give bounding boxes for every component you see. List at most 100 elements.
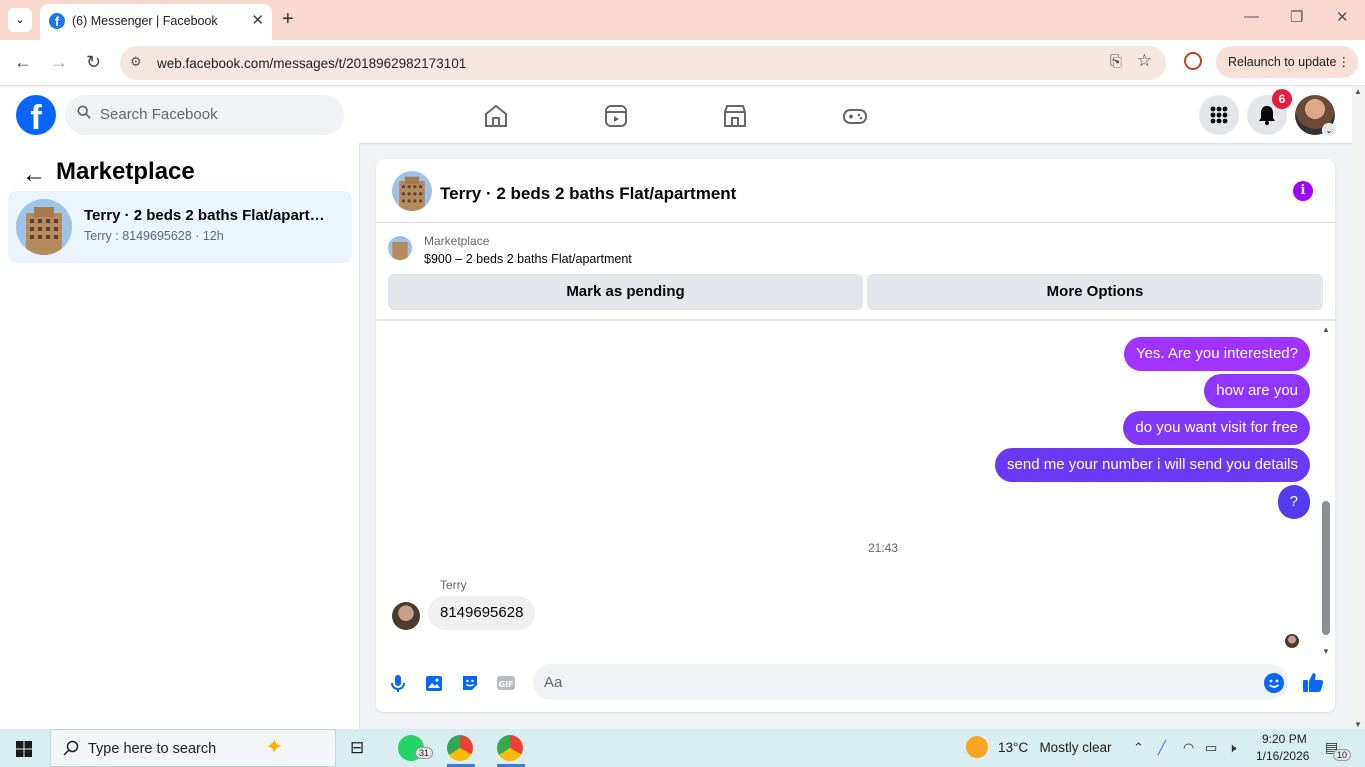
weather-temp: 13°C <box>998 740 1029 755</box>
taskbar-search-placeholder: Type here to search <box>88 741 217 757</box>
scrollbar-thumb[interactable] <box>1322 501 1330 635</box>
sticker-icon[interactable] <box>460 673 480 693</box>
browser-toolbar: ← → ↻ ⚙ web.facebook.com/messages/t/2018… <box>0 40 1365 86</box>
tab-search-chevron-icon[interactable]: ⌄ <box>8 8 32 32</box>
close-tab-icon[interactable]: ✕ <box>251 11 264 29</box>
chat-panel: Terry · 2 beds 2 baths Flat/apartment i … <box>376 159 1335 712</box>
page-scroll-up-icon[interactable]: ▲ <box>1354 87 1362 96</box>
marketplace-listing-thumbnail[interactable] <box>388 236 412 260</box>
show-hidden-icons-icon[interactable]: ⌃ <box>1133 740 1144 756</box>
sender-avatar[interactable] <box>392 602 420 630</box>
weather-moon-icon[interactable] <box>966 736 988 758</box>
new-tab-icon[interactable]: + <box>282 8 294 31</box>
sent-message[interactable]: how are you <box>1204 374 1310 408</box>
mark-as-pending-button[interactable]: Mark as pending <box>388 274 863 310</box>
notification-center-badge: 10 <box>1333 749 1352 761</box>
profile-icon[interactable] <box>1184 52 1202 70</box>
minimize-window-icon[interactable]: — <box>1244 8 1259 25</box>
facebook-logo-icon[interactable]: f <box>16 95 56 135</box>
chrome-profile-icon[interactable] <box>497 735 523 761</box>
listing-price-title[interactable]: $900 – 2 beds 2 baths Flat/apartment <box>424 252 632 266</box>
relaunch-label: Relaunch to update <box>1228 55 1337 69</box>
forward-icon[interactable]: → <box>50 52 68 73</box>
back-arrow-icon[interactable]: ← <box>22 161 46 189</box>
sender-name: Terry <box>440 578 467 592</box>
close-window-icon[interactable]: ✕ <box>1336 8 1349 26</box>
home-icon[interactable] <box>483 103 509 129</box>
battery-icon[interactable]: ▭ <box>1205 740 1217 756</box>
microphone-icon[interactable] <box>388 673 408 693</box>
info-icon[interactable]: i <box>1293 181 1313 201</box>
conversation-name: Terry · 2 beds 2 baths Flat/apartment <box>84 207 334 224</box>
facebook-search-input[interactable]: Search Facebook <box>65 95 344 135</box>
sent-message[interactable]: send me your number i will send you deta… <box>995 448 1310 482</box>
message-timestamp: 21:43 <box>868 541 899 555</box>
clock-time[interactable]: 9:20 PM <box>1262 732 1307 746</box>
pen-icon[interactable]: ╱ <box>1158 740 1166 756</box>
relaunch-to-update-button[interactable]: Relaunch to update ⋮ <box>1216 46 1358 78</box>
copilot-sparkle-icon[interactable]: ✦ <box>265 734 283 760</box>
reload-icon[interactable]: ↻ <box>86 52 101 73</box>
marketplace-inbox-panel: ← Marketplace Terry · 2 beds 2 baths Fla… <box>0 143 360 729</box>
thumbs-up-icon[interactable] <box>1302 671 1324 693</box>
video-icon[interactable] <box>603 103 629 129</box>
chat-listing-thumbnail[interactable] <box>392 171 432 211</box>
svg-text:GIF: GIF <box>498 680 513 689</box>
divider <box>376 319 1335 321</box>
emoji-icon[interactable] <box>1264 673 1284 693</box>
restore-window-icon[interactable]: ❐ <box>1290 8 1303 26</box>
marketplace-icon[interactable] <box>722 103 748 129</box>
tab-title: (6) Messenger | Facebook <box>72 14 218 28</box>
install-app-icon[interactable]: ⎘ <box>1110 53 1122 70</box>
gif-icon[interactable]: GIF <box>496 673 516 693</box>
windows-taskbar: Type here to search ✦ ⊟ 31 13°C Mostly c… <box>0 729 1365 767</box>
more-options-button[interactable]: More Options <box>867 274 1323 310</box>
gaming-icon[interactable] <box>842 103 868 129</box>
panel-title: Marketplace <box>56 158 195 185</box>
grid-icon <box>1210 106 1228 124</box>
wifi-icon[interactable]: ◠ <box>1183 740 1194 756</box>
browser-tab-strip: ⌄ f (6) Messenger | Facebook ✕ + — ❐ ✕ <box>0 0 1365 40</box>
site-info-icon[interactable]: ⚙ <box>130 54 142 70</box>
account-chevron-down-icon[interactable]: ⌄ <box>1322 123 1336 137</box>
chat-header: Terry · 2 beds 2 baths Flat/apartment <box>376 159 1335 223</box>
listing-thumbnail <box>16 199 72 255</box>
chrome-icon[interactable] <box>447 735 473 761</box>
back-icon[interactable]: ← <box>14 52 32 73</box>
sent-message[interactable]: do you want visit for free <box>1123 411 1310 445</box>
seen-indicator-avatar <box>1285 634 1299 648</box>
received-message[interactable]: 8149695628 <box>428 596 536 630</box>
more-menu-icon[interactable]: ⋮ <box>1338 46 1351 78</box>
chat-title[interactable]: Terry · 2 beds 2 baths Flat/apartment <box>440 184 736 204</box>
search-icon <box>77 105 91 119</box>
menu-grid-button[interactable] <box>1199 95 1239 135</box>
sent-message[interactable]: ? <box>1277 485 1310 519</box>
bookmark-star-icon[interactable]: ☆ <box>1137 51 1152 71</box>
weather-desc: Mostly clear <box>1039 740 1112 755</box>
bell-icon <box>1259 106 1275 125</box>
taskbar-search-icon <box>63 740 79 756</box>
clock-date[interactable]: 1/16/2026 <box>1256 749 1309 763</box>
conversation-preview: Terry : 8149695628 · 12h <box>84 229 224 243</box>
search-placeholder: Search Facebook <box>100 106 218 123</box>
volume-muted-icon[interactable]: 🕨 <box>1228 740 1236 756</box>
scroll-up-icon[interactable]: ▲ <box>1322 325 1330 334</box>
weather-widget[interactable]: 13°C Mostly clear <box>998 740 1111 755</box>
scroll-down-icon[interactable]: ▼ <box>1322 647 1330 656</box>
taskbar-search-input[interactable]: Type here to search ✦ <box>50 729 336 767</box>
marketplace-label: Marketplace <box>424 234 490 248</box>
browser-tab[interactable]: f (6) Messenger | Facebook ✕ <box>40 4 272 40</box>
conversation-list-item[interactable]: Terry · 2 beds 2 baths Flat/apartment Te… <box>8 191 352 263</box>
page-scrollbar[interactable]: ▲ ▼ <box>1352 87 1365 729</box>
address-bar[interactable]: ⚙ web.facebook.com/messages/t/2018962982… <box>120 46 1166 80</box>
message-input[interactable]: Aa <box>533 664 1288 700</box>
sent-message[interactable]: Yes. Are you interested? <box>1123 337 1310 371</box>
url-text[interactable]: web.facebook.com/messages/t/201896298217… <box>157 56 466 71</box>
notification-badge: 6 <box>1272 89 1292 109</box>
facebook-favicon-icon: f <box>49 13 65 29</box>
page-scroll-down-icon[interactable]: ▼ <box>1354 720 1362 729</box>
task-view-icon[interactable]: ⊟ <box>350 738 364 758</box>
photo-icon[interactable] <box>424 673 444 693</box>
message-placeholder: Aa <box>544 674 563 691</box>
windows-start-icon[interactable] <box>16 741 32 757</box>
